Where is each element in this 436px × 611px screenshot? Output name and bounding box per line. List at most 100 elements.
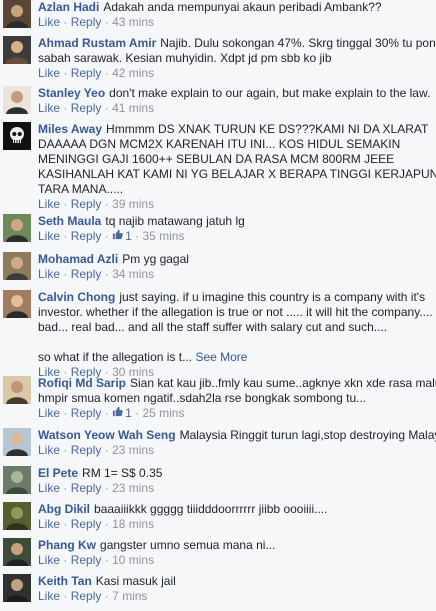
reply-button[interactable]: Reply <box>71 553 102 567</box>
reply-button[interactable]: Reply <box>71 589 102 603</box>
comment-timestamp[interactable]: 10 mins <box>112 553 154 567</box>
person-photo-icon[interactable] <box>3 502 31 530</box>
person-photo-icon[interactable] <box>3 36 31 64</box>
person-photo-icon[interactable] <box>3 428 31 456</box>
comment-text: don't make explain to our again, but mak… <box>109 86 431 100</box>
comment-author-link[interactable]: Rofiqi Md Sarip <box>38 376 126 390</box>
reply-button[interactable]: Reply <box>71 197 102 211</box>
comment-actions: Like · Reply · 34 mins <box>38 267 428 282</box>
like-count[interactable]: 1 <box>112 229 132 244</box>
separator-dot: · <box>63 66 68 80</box>
reply-button[interactable]: Reply <box>71 15 102 29</box>
like-button[interactable]: Like <box>38 481 60 495</box>
comment-timestamp[interactable]: 42 mins <box>112 66 154 80</box>
comment-author-link[interactable]: Watson Yeow Wah Seng <box>38 428 176 442</box>
skull-logo-icon[interactable] <box>3 122 31 150</box>
comment-actions: Like · Reply · 43 mins <box>38 15 428 30</box>
comment-body: Azlan Hadi Adakah anda mempunyai akaun pe… <box>38 0 428 30</box>
comment-actions: Like · Reply · 10 mins <box>38 553 428 568</box>
comment-text: investor. whether if the allegation is t… <box>38 305 433 319</box>
like-button[interactable]: Like <box>38 553 60 567</box>
comment-author-link[interactable]: Azlan Hadi <box>38 0 99 14</box>
comment-text: Malaysia Ringgit turun lagi,stop destroy… <box>179 428 436 442</box>
like-button[interactable]: Like <box>38 15 60 29</box>
comment-author-link[interactable]: El Pete <box>38 466 78 480</box>
comment-timestamp[interactable]: 39 mins <box>112 197 154 211</box>
comment-author-link[interactable]: Seth Maula <box>38 214 101 228</box>
person-photo-icon[interactable] <box>3 252 31 280</box>
person-photo-icon[interactable] <box>3 86 31 114</box>
person-photo-icon[interactable] <box>3 376 31 404</box>
comment-text: RM 1= S$ 0.35 <box>82 466 163 480</box>
comment-author-link[interactable]: Ahmad Rustam Amir <box>38 36 156 50</box>
reply-button[interactable]: Reply <box>71 406 102 420</box>
person-photo-icon[interactable] <box>3 574 31 602</box>
thumbs-up-icon <box>112 229 123 244</box>
reply-button[interactable]: Reply <box>71 101 102 115</box>
see-more-link[interactable]: See More <box>195 350 247 364</box>
comment-actions: Like · Reply · 39 mins <box>38 197 428 212</box>
comment-actions: Like · Reply · 23 mins <box>38 443 428 458</box>
separator-dot: · <box>104 517 109 531</box>
separator-dot: · <box>104 553 109 567</box>
comment-author-link[interactable]: Mohamad Azli <box>38 252 118 266</box>
comment-timestamp[interactable]: 23 mins <box>112 481 154 495</box>
person-photo-icon[interactable] <box>3 0 31 28</box>
like-button[interactable]: Like <box>38 229 60 243</box>
comment-text: so what if the allegation is t... <box>38 350 193 364</box>
comment-author-link[interactable]: Phang Kw <box>38 538 96 552</box>
like-button[interactable]: Like <box>38 589 60 603</box>
comment-text-line: Mohamad Azli Pm yg gagal <box>38 252 428 267</box>
separator-dot: · <box>63 553 68 567</box>
comment-timestamp[interactable]: 23 mins <box>112 443 154 457</box>
comment-text: MENINGGI GAJI 1600++ SEBULAN DA RASA MCM… <box>38 152 395 166</box>
like-button[interactable]: Like <box>38 197 60 211</box>
comment-body: Stanley Yeo don't make explain to our aga… <box>38 86 431 116</box>
separator-dot: · <box>104 197 109 211</box>
comment-body: Calvin Chong just saying. if u imagine th… <box>38 290 433 380</box>
comment-timestamp[interactable]: 18 mins <box>112 517 154 531</box>
comment-body: Seth Maula tq najib matawang jatuh lg Like… <box>38 214 428 244</box>
reply-button[interactable]: Reply <box>71 481 102 495</box>
separator-dot: · <box>104 481 109 495</box>
reply-button[interactable]: Reply <box>71 443 102 457</box>
comment-text-line: El Pete RM 1= S$ 0.35 <box>38 466 428 481</box>
comment-timestamp[interactable]: 35 mins <box>142 229 184 243</box>
comment-body: Abg Dikil baaaiiikkk ggggg tiiidddoorrrrr… <box>38 502 428 532</box>
comment-text: tq najib matawang jatuh lg <box>105 214 245 228</box>
comment-author-link[interactable]: Calvin Chong <box>38 290 115 304</box>
comment-author-link[interactable]: Abg Dikil <box>38 502 90 516</box>
separator-dot: · <box>135 229 140 243</box>
reply-button[interactable]: Reply <box>71 229 102 243</box>
comment-timestamp[interactable]: 43 mins <box>112 15 154 29</box>
like-count[interactable]: 1 <box>112 406 132 421</box>
like-button[interactable]: Like <box>38 267 60 281</box>
comment-timestamp[interactable]: 25 mins <box>142 406 184 420</box>
separator-dot: · <box>104 443 109 457</box>
comment-author-link[interactable]: Stanley Yeo <box>38 86 105 100</box>
comment-text-line: so what if the allegation is t... See Mo… <box>38 350 428 365</box>
comment-author-link[interactable]: Keith Tan <box>38 574 92 588</box>
person-photo-icon[interactable] <box>3 290 31 318</box>
separator-dot: · <box>63 197 68 211</box>
reply-button[interactable]: Reply <box>71 66 102 80</box>
like-button[interactable]: Like <box>38 443 60 457</box>
comment-text-line: bad... real bad... and all the staff suf… <box>38 320 428 335</box>
like-button[interactable]: Like <box>38 66 60 80</box>
person-photo-icon[interactable] <box>3 466 31 494</box>
reply-button[interactable]: Reply <box>71 517 102 531</box>
person-photo-icon[interactable] <box>3 538 31 566</box>
reply-button[interactable]: Reply <box>71 267 102 281</box>
comment-timestamp[interactable]: 41 mins <box>112 101 154 115</box>
person-photo-icon[interactable] <box>3 214 31 242</box>
comment-text: KASIHANLAH KAT KAMI NI YG BELAJAR X BERA… <box>38 167 436 181</box>
comment-text-line: MENINGGI GAJI 1600++ SEBULAN DA RASA MCM… <box>38 152 428 167</box>
like-button[interactable]: Like <box>38 406 60 420</box>
comment-timestamp[interactable]: 7 mins <box>112 589 147 603</box>
comment-timestamp[interactable]: 34 mins <box>112 267 154 281</box>
comment-text: just saying. if u imagine this country i… <box>119 290 426 304</box>
like-button[interactable]: Like <box>38 101 60 115</box>
comment-author-link[interactable]: Miles Away <box>38 122 102 136</box>
like-button[interactable]: Like <box>38 517 60 531</box>
like-count-value: 1 <box>125 229 132 243</box>
